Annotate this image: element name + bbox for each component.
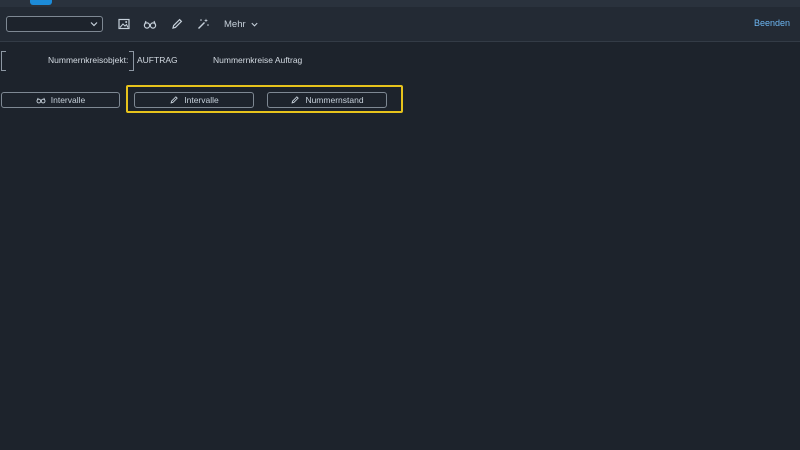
change-intervals-button[interactable]: Intervalle <box>134 92 254 108</box>
chevron-down-icon <box>90 22 98 27</box>
application-toolbar: Mehr Beenden <box>0 7 800 42</box>
command-field-select[interactable] <box>6 16 103 32</box>
object-description: Nummernkreise Auftrag <box>213 55 303 65</box>
chevron-down-icon <box>251 22 258 27</box>
glasses-icon[interactable] <box>143 17 157 31</box>
change-intervals-label: Intervalle <box>184 95 219 105</box>
pencil-icon[interactable] <box>170 17 184 31</box>
image-icon[interactable] <box>117 17 131 31</box>
shell-top-strip <box>0 0 800 7</box>
field-bracket-left <box>1 51 6 71</box>
exit-button[interactable]: Beenden <box>754 18 790 28</box>
display-intervals-label: Intervalle <box>50 95 86 105</box>
object-value: AUFTRAG <box>137 55 178 65</box>
change-number-status-button[interactable]: Nummernstand <box>267 92 387 108</box>
more-menu-button[interactable]: Mehr <box>224 17 259 31</box>
pencil-icon <box>291 96 300 104</box>
display-intervals-button[interactable]: Intervalle <box>1 92 120 108</box>
glasses-icon <box>36 97 46 104</box>
field-bracket-right <box>129 51 134 71</box>
change-number-status-label: Nummernstand <box>305 95 364 105</box>
sap-logo-icon[interactable] <box>30 0 52 5</box>
object-label: Nummernkreisobjekt: <box>48 55 129 65</box>
more-menu-label: Mehr <box>224 18 246 30</box>
magic-wand-icon[interactable] <box>196 17 210 31</box>
pencil-icon <box>170 96 179 104</box>
